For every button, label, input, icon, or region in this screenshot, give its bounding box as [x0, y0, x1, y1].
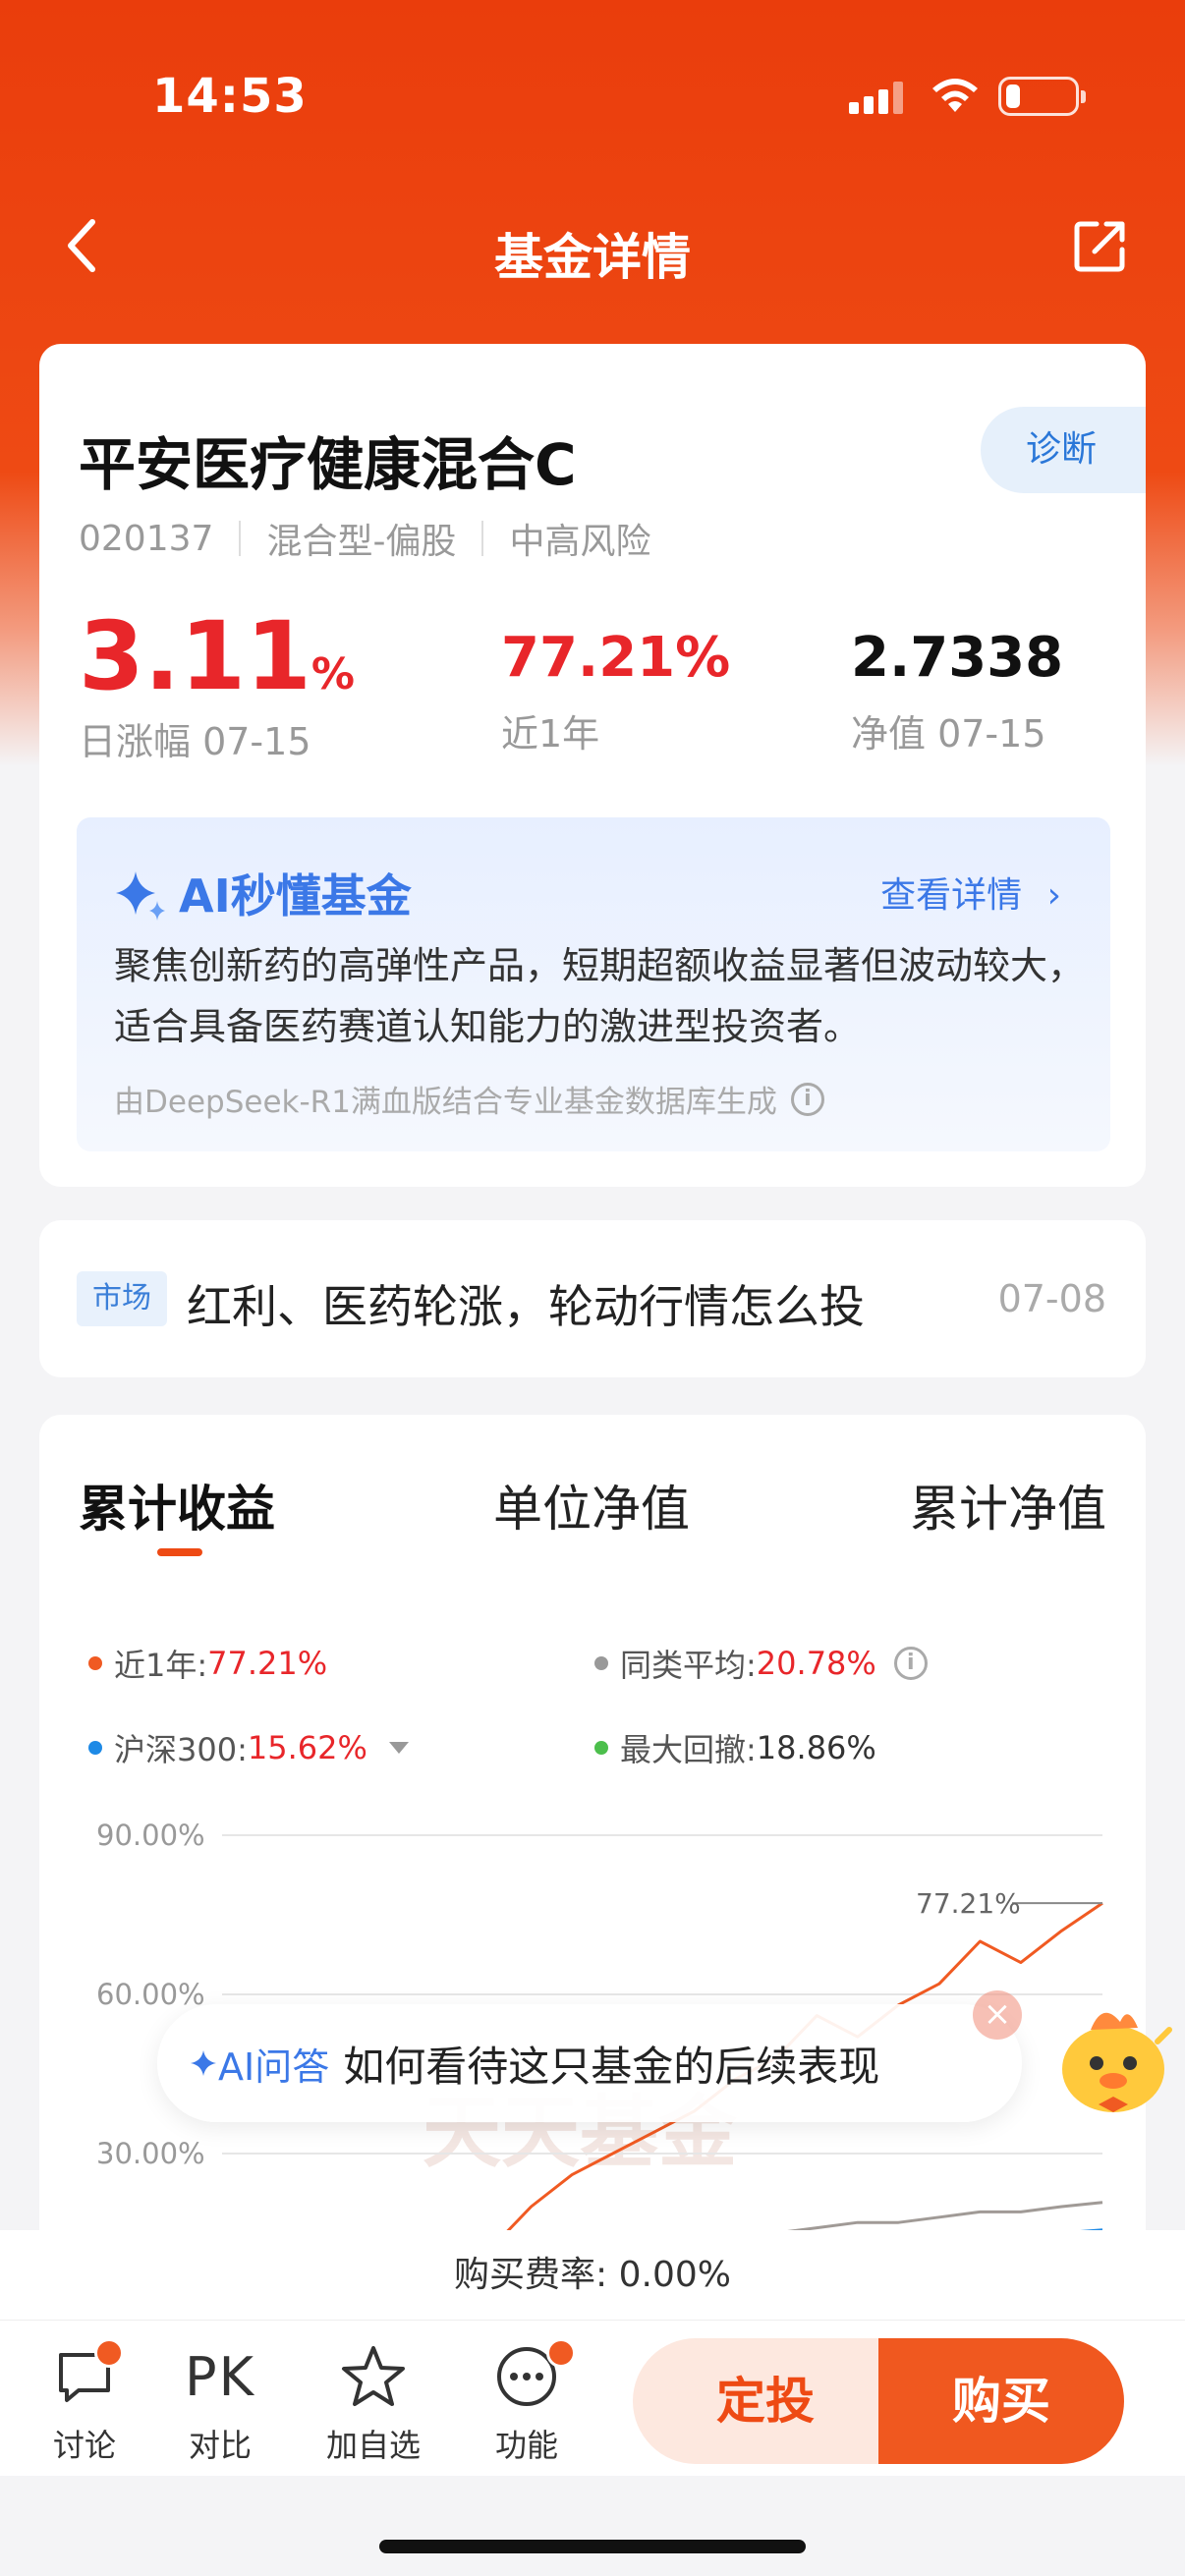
auto-invest-button[interactable]: 定投	[633, 2338, 898, 2464]
buy-button[interactable]: 购买	[878, 2338, 1124, 2464]
sparkle-icon	[116, 871, 165, 921]
legend-peer-average: 同类平均: 20.78% i	[594, 1641, 928, 1686]
nav-label: 净值 07-15	[851, 712, 1046, 756]
ai-qa-bubble[interactable]: AI问答 如何看待这只基金的后续表现	[157, 2004, 1022, 2122]
legend-drawdown-label: 最大回撤:	[620, 1731, 757, 1768]
home-indicator	[379, 2540, 806, 2553]
cellular-signal-icon	[849, 81, 904, 114]
legend-max-drawdown: 最大回撤: 18.86%	[594, 1725, 876, 1770]
purchase-fee: 购买费率: 0.00%	[0, 2230, 1185, 2321]
add-watchlist-label: 加自选	[325, 2427, 421, 2464]
close-icon[interactable]: ×	[973, 1990, 1022, 2040]
legend-peer-label: 同类平均:	[620, 1647, 757, 1684]
ai-more-label: 查看详情	[880, 875, 1023, 916]
y-tick-label: 30.00%	[96, 2137, 205, 2170]
ai-source-text: 由DeepSeek-R1满血版结合专业基金数据库生成	[114, 1085, 777, 1120]
fund-risk: 中高风险	[509, 522, 651, 562]
daily-change-value: 3.11	[79, 601, 311, 711]
tab-cumulative-nav[interactable]: 累计净值	[910, 1470, 1106, 1540]
legend-fund-value: 77.21%	[207, 1645, 328, 1682]
notification-badge	[94, 2338, 124, 2368]
legend-benchmark-value: 15.62%	[247, 1729, 367, 1766]
dropdown-caret-icon[interactable]	[388, 1742, 409, 1754]
legend-drawdown-value: 18.86%	[756, 1729, 876, 1766]
daily-change-unit: %	[310, 649, 355, 700]
news-tag: 市场	[77, 1271, 167, 1326]
end-value-label: 77.21%	[916, 1887, 1021, 1920]
tab-unit-nav[interactable]: 单位净值	[493, 1470, 690, 1540]
ai-qa-question: 如何看待这只基金的后续表现	[343, 2042, 880, 2091]
ai-summary-text: 聚焦创新药的高弹性产品，短期超额收益显著但波动较大，适合具备医药赛道认知能力的激…	[114, 944, 1086, 1048]
ai-more-link[interactable]: 查看详情 ›	[880, 867, 1061, 918]
active-tab-indicator	[157, 1548, 202, 1556]
status-time: 14:53	[152, 69, 308, 124]
daily-change-metric: 3.11% 日涨幅 07-15	[79, 609, 355, 765]
wifi-icon	[932, 79, 978, 112]
function-label: 功能	[494, 2427, 558, 2464]
info-icon[interactable]: i	[790, 1082, 824, 1116]
battery-icon	[998, 77, 1086, 116]
add-watchlist-button[interactable]: 加自选	[314, 2342, 432, 2466]
legend-benchmark-label: 沪深300:	[114, 1731, 248, 1768]
diagnose-button[interactable]: 诊断	[981, 407, 1146, 493]
ai-qa-tag: AI问答	[189, 2037, 329, 2091]
nav-value: 2.7338	[851, 626, 1064, 690]
year-return-value: 77.21%	[501, 626, 731, 690]
daily-change-label: 日涨幅 07-15	[79, 720, 311, 763]
legend-benchmark[interactable]: 沪深300: 15.62%	[88, 1725, 409, 1770]
status-bar: 14:53	[0, 0, 1185, 187]
nav-metric: 2.7338 净值 07-15	[851, 631, 1063, 757]
y-tick-label: 90.00%	[96, 1819, 205, 1852]
news-title: 红利、医药轮涨，轮动行情怎么投	[187, 1280, 865, 1333]
legend-fund-label: 近1年:	[114, 1647, 208, 1684]
share-icon[interactable]	[1071, 216, 1130, 275]
fund-summary-card: 平安医疗健康混合C 诊断 020137 混合型-偏股 中高风险 3.11% 日涨…	[39, 344, 1146, 1187]
fund-code: 020137	[79, 518, 214, 559]
bottom-action-bar: 讨论 PK 对比 加自选 功能 定投 购买	[0, 2321, 1185, 2476]
y-tick-label: 60.00%	[96, 1978, 205, 2011]
news-date: 07-08	[997, 1277, 1106, 1320]
legend-fund: 近1年: 77.21%	[88, 1641, 327, 1686]
chevron-right-icon: ›	[1046, 875, 1061, 916]
info-icon[interactable]: i	[893, 1647, 928, 1680]
compare-label: 对比	[188, 2427, 252, 2464]
ai-summary-box[interactable]: AI秒懂基金 查看详情 › 聚焦创新药的高弹性产品，短期超额收益显著但波动较大，…	[77, 817, 1110, 1151]
page-title: 基金详情	[494, 229, 691, 286]
legend-peer-value: 20.78%	[756, 1645, 876, 1682]
fund-name: 平安医疗健康混合C	[79, 431, 577, 498]
discuss-label: 讨论	[52, 2427, 116, 2464]
discuss-button[interactable]: 讨论	[26, 2338, 143, 2466]
meta-divider	[481, 521, 484, 556]
sparkle-icon	[191, 2050, 216, 2076]
year-return-label: 近1年	[501, 712, 600, 756]
notification-badge	[546, 2338, 576, 2368]
news-card[interactable]: 市场 红利、医药轮涨，轮动行情怎么投 07-08	[39, 1220, 1146, 1377]
tab-cumulative-return[interactable]: 累计收益	[79, 1470, 275, 1540]
mascot-icon[interactable]	[1051, 1994, 1175, 2122]
star-icon	[342, 2346, 405, 2406]
pk-icon: PK	[185, 2345, 255, 2408]
meta-divider	[239, 521, 242, 556]
compare-button[interactable]: PK 对比	[161, 2342, 279, 2466]
fund-meta: 020137 混合型-偏股 中高风险	[79, 513, 650, 564]
fund-type: 混合型-偏股	[266, 522, 457, 562]
ai-source-note: 由DeepSeek-R1满血版结合专业基金数据库生成 i	[114, 1077, 824, 1121]
ai-summary-title: AI秒懂基金	[114, 861, 412, 925]
year-return-metric: 77.21% 近1年	[501, 631, 730, 757]
ai-summary-title-text: AI秒懂基金	[179, 869, 412, 923]
ai-qa-tag-text: AI问答	[218, 2044, 330, 2089]
function-button[interactable]: 功能	[468, 2338, 586, 2466]
